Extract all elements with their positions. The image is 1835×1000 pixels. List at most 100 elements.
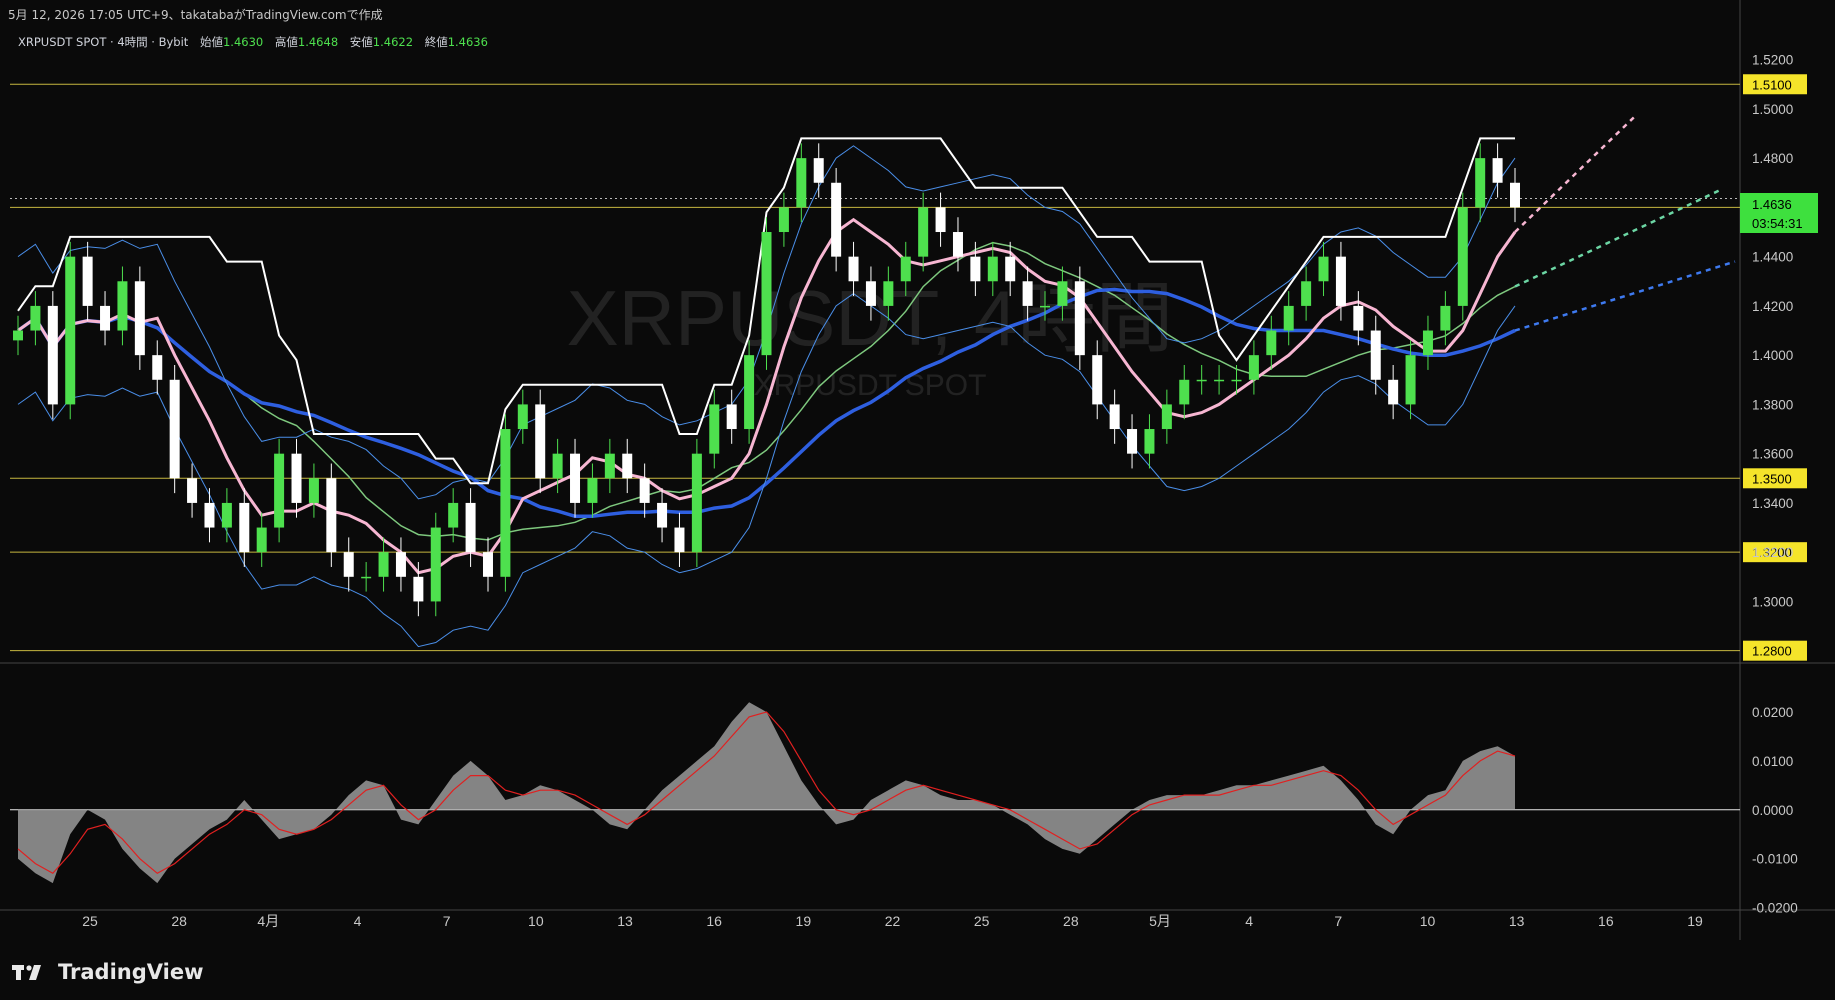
- level-tag-label: 1.3500: [1752, 471, 1792, 486]
- candle-body: [204, 502, 215, 528]
- candle-body: [570, 453, 581, 503]
- candle-body: [1422, 330, 1433, 356]
- candle-body: [970, 256, 981, 282]
- candle-body: [987, 256, 998, 282]
- candle-body: [482, 552, 493, 577]
- x-tick-label: 25: [82, 913, 98, 929]
- x-tick-label: 10: [1420, 913, 1436, 929]
- last-price-badge: 1.4636 03:54:31: [1740, 193, 1818, 233]
- candle-body: [291, 453, 302, 503]
- x-tick-label: 4: [354, 913, 362, 929]
- candle-body: [343, 552, 354, 577]
- y-tick-label: 1.3200: [1752, 545, 1793, 560]
- candle-body: [1092, 355, 1103, 405]
- candle-body: [13, 330, 23, 341]
- candle-body: [1022, 281, 1033, 306]
- candle-body: [361, 576, 372, 579]
- candle-body: [604, 453, 615, 479]
- candle-body: [761, 232, 772, 356]
- candle-body: [1248, 355, 1259, 380]
- candle-body: [796, 158, 807, 208]
- candle-body: [1127, 429, 1138, 454]
- candle-body: [726, 404, 737, 430]
- last-price-value: 1.4636: [1752, 197, 1792, 212]
- x-tick-label: 28: [171, 913, 187, 929]
- osc-y-tick-label: -0.0100: [1752, 852, 1798, 867]
- candle-body: [1179, 379, 1190, 405]
- candle-body: [1405, 355, 1416, 405]
- candle-body: [883, 281, 894, 306]
- candle-body: [1440, 305, 1451, 331]
- candle-body: [517, 404, 528, 430]
- candle-body: [1335, 256, 1346, 306]
- candle-body: [1388, 379, 1399, 405]
- horizontal-levels: 1.51001.46001.35001.32001.2800: [10, 74, 1807, 661]
- projection-green: [1514, 189, 1721, 288]
- candle-body: [117, 281, 128, 331]
- candle-body: [1214, 379, 1225, 382]
- candle-body: [378, 552, 389, 577]
- tradingview-logo[interactable]: TradingView: [12, 960, 203, 984]
- osc-histogram-area: [18, 702, 1515, 884]
- level-tag-label: 1.5100: [1752, 77, 1792, 92]
- y-tick-label: 1.3600: [1752, 447, 1793, 462]
- candle-body: [1040, 305, 1051, 308]
- y-tick-label: 1.3000: [1752, 594, 1793, 609]
- osc-y-tick-label: -0.0200: [1752, 901, 1798, 916]
- candle-body: [918, 207, 929, 257]
- candle-body: [100, 305, 111, 331]
- x-tick-label: 22: [885, 913, 901, 929]
- candle-body: [430, 527, 441, 602]
- y-tick-label: 1.4400: [1752, 250, 1793, 265]
- candle-body: [535, 404, 546, 479]
- bar-countdown: 03:54:31: [1752, 216, 1803, 231]
- candle-body: [65, 256, 76, 405]
- candle-body: [500, 429, 511, 577]
- price-chart-canvas[interactable]: XRPUSDT, 4時間 XRPUSDT SPOT 1.51001.46001.…: [0, 0, 1835, 1000]
- tradingview-brand: TradingView: [58, 960, 204, 984]
- candle-body: [1457, 207, 1468, 306]
- candle-body: [639, 478, 650, 503]
- candle-body: [1057, 281, 1068, 306]
- level-tag-label: 1.2800: [1752, 644, 1792, 659]
- x-tick-label: 4: [1245, 913, 1253, 929]
- candle-body: [744, 355, 755, 430]
- x-tick-label: 19: [1687, 913, 1703, 929]
- candle-body: [308, 478, 319, 503]
- candle-body: [1283, 305, 1294, 331]
- candle-body: [848, 256, 859, 282]
- candle-body: [674, 527, 685, 553]
- candle-body: [1196, 379, 1207, 382]
- candle-body: [134, 281, 145, 356]
- candle-body: [448, 502, 459, 528]
- candle-body: [169, 379, 180, 479]
- y-tick-label: 1.5000: [1752, 102, 1793, 117]
- candle-body: [1353, 305, 1364, 331]
- x-tick-label: 28: [1063, 913, 1079, 929]
- candle-body: [1231, 379, 1242, 382]
- candle-body: [1370, 330, 1381, 380]
- candle-body: [709, 404, 720, 454]
- y-tick-label: 1.4200: [1752, 299, 1793, 314]
- candle-body: [1475, 158, 1486, 208]
- osc-y-tick-label: 0.0000: [1752, 803, 1793, 818]
- x-tick-label: 16: [1598, 913, 1614, 929]
- candle-body: [1144, 429, 1155, 454]
- candle-body: [865, 281, 876, 306]
- oscillator-panel: [10, 702, 1740, 884]
- candle-body: [587, 478, 598, 503]
- candle-body: [1109, 404, 1120, 430]
- candle-body: [831, 182, 842, 257]
- candle-body: [935, 207, 946, 233]
- x-tick-label: 5月: [1149, 913, 1171, 929]
- candle-body: [1492, 158, 1503, 183]
- x-tick-label: 4月: [257, 913, 279, 929]
- candle-body: [221, 502, 232, 528]
- candle-body: [326, 478, 337, 553]
- x-tick-label: 7: [1334, 913, 1342, 929]
- candle-body: [952, 232, 963, 257]
- tradingview-logo-icon: [12, 965, 41, 980]
- candle-body: [1161, 404, 1172, 430]
- candle-body: [813, 158, 824, 183]
- candle-body: [1301, 281, 1312, 306]
